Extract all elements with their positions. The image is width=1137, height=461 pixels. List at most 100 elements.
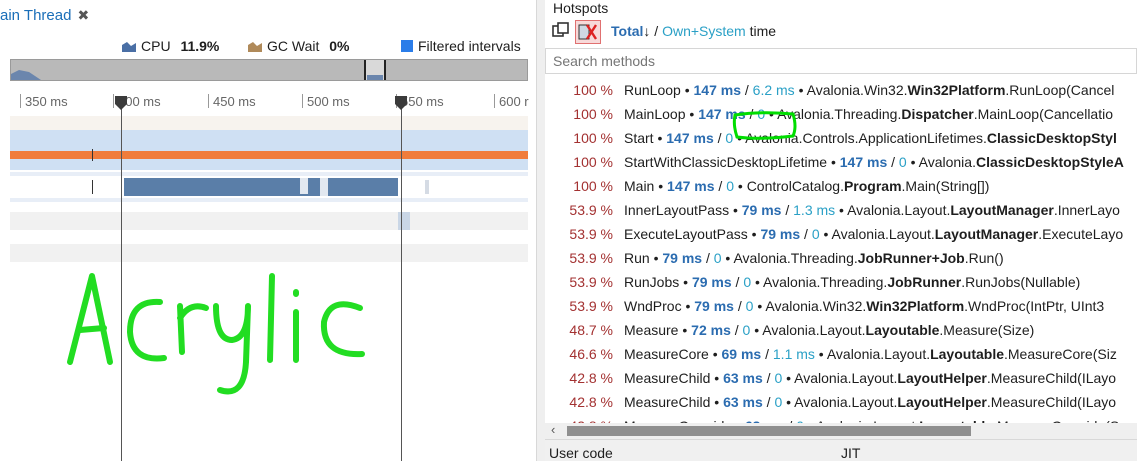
own-time: 1.3 ms (793, 202, 836, 218)
namespace: Avalonia. (918, 154, 976, 170)
class-name: JobRunner+Job (857, 250, 965, 266)
method-name: Run (624, 250, 650, 266)
row-text: Measure • 72 ms / 0 • Avalonia.Layout.La… (624, 318, 1034, 342)
bullet-separator: • (814, 346, 827, 362)
overview-strip[interactable] (10, 59, 528, 81)
namespace: Avalonia.Layout. (794, 370, 898, 386)
class-name: Win32Platform (866, 298, 965, 314)
namespace: Avalonia.Layout. (847, 202, 951, 218)
bullet-separator: • (678, 322, 692, 338)
bullet-separator: • (747, 226, 761, 242)
slash-separator: / (762, 394, 775, 410)
tick-label: 600 r (494, 94, 529, 109)
row-text: WndProc • 79 ms / 0 • Avalonia.Win32.Win… (624, 294, 1104, 318)
slash-separator: / (762, 370, 775, 386)
cpu-gap (320, 178, 328, 196)
close-icon[interactable]: ✖ (77, 7, 89, 23)
slash-separator: / (733, 298, 746, 314)
total-time: 147 ms (839, 154, 888, 170)
namespace: Avalonia.Win32. (806, 82, 908, 98)
sort-time-label: time (745, 23, 777, 39)
total-time: 147 ms (666, 130, 714, 146)
row-percent: 53.9 % (569, 226, 613, 242)
status-bar: User code JIT (545, 439, 1137, 461)
copy-icon[interactable] (549, 20, 573, 42)
time-ruler: 350 ms 400 ms 450 ms 500 ms 550 ms 600 r (10, 92, 529, 114)
bullet-separator: • (654, 178, 668, 194)
class-name: JobRunner (887, 274, 962, 290)
timeline-panel: ain Thread ✖ CPU 11.9% GC Wait 0% Filtere… (0, 0, 536, 461)
total-time: 63 ms (723, 394, 763, 410)
method-signature: .Main(String[]) (901, 178, 990, 194)
row-text: Start • 147 ms / 0 • Avalonia.Controls.A… (624, 126, 1117, 150)
row-percent: 53.9 % (569, 274, 613, 290)
hotspots-toolbar: Total↓ / Own+System time (545, 18, 1137, 46)
row-percent: 53.9 % (569, 250, 613, 266)
own-time: 0 (811, 226, 820, 242)
lane-gc (10, 212, 528, 230)
gc-legend-icon (248, 42, 262, 52)
sort-selector: Total↓ / Own+System time (611, 23, 776, 39)
row-text: MeasureChild • 63 ms / 0 • Avalonia.Layo… (624, 366, 1116, 390)
selection-end-handle-icon[interactable] (395, 96, 407, 110)
row-percent: 100 % (573, 106, 613, 122)
bullet-separator: • (750, 322, 763, 338)
scrollbar-thumb[interactable] (567, 426, 971, 436)
cpu-usage-block (124, 178, 398, 196)
search-methods-input[interactable] (545, 48, 1137, 74)
sort-separator: / (650, 23, 663, 39)
cpu-value: 11.9% (180, 38, 220, 54)
hotspots-title: Hotspots (553, 0, 609, 16)
class-name: Dispatcher (901, 106, 974, 122)
bullet-separator: • (721, 250, 734, 266)
class-name: Program (843, 178, 902, 194)
hotspots-list: 100 % RunLoop • 147 ms / 6.2 ms • Avaloni… (545, 78, 1137, 423)
sort-total-link[interactable]: Total (611, 23, 643, 39)
bullet-separator: • (708, 346, 722, 362)
hotspots-panel: Hotspots Total↓ / Own+System time 100 % R… (545, 0, 1137, 461)
bullet-separator: • (794, 82, 807, 98)
bullet-separator: • (685, 106, 699, 122)
method-name: MainLoop (624, 106, 686, 122)
filtered-legend-icon (401, 40, 413, 52)
row-text: MeasureOverride • 63 ms / 0 • Avalonia.L… (624, 414, 1119, 423)
slash-separator: / (731, 274, 744, 290)
selection-start-handle-icon[interactable] (115, 96, 127, 110)
method-signature: .MeasureChild(ILayo (986, 370, 1117, 386)
selection-end-line[interactable] (401, 97, 402, 461)
method-name: Measure (624, 322, 679, 338)
lane-header (10, 116, 528, 130)
class-name: Layoutable (930, 346, 1004, 362)
scroll-left-icon[interactable]: ‹ (551, 422, 555, 437)
slash-separator: / (713, 130, 726, 146)
method-signature: .RunJobs(Nullable) (961, 274, 1081, 290)
row-percent: 42.8 % (569, 370, 613, 386)
row-percent: 100 % (573, 130, 613, 146)
bullet-separator: • (753, 298, 766, 314)
cpu-gap (300, 178, 308, 194)
overview-graph (11, 60, 386, 80)
acrylic-handwriting (67, 273, 365, 395)
own-time: 0 (898, 154, 907, 170)
panel-splitter[interactable] (536, 0, 545, 461)
row-percent: 42.8 % (569, 394, 613, 410)
row-text: StartWithClassicDesktopLifetime • 147 ms… (624, 150, 1124, 174)
row-text: MainLoop • 147 ms / 0 • Avalonia.Threadi… (624, 102, 1113, 126)
row-text: RunLoop • 147 ms / 6.2 ms • Avalonia.Win… (624, 78, 1114, 102)
filtered-label: Filtered intervals (418, 38, 521, 54)
lane-activity-bar (10, 151, 528, 159)
lane-thread-state[interactable] (10, 130, 528, 170)
row-percent: 48.7 % (569, 322, 613, 338)
total-time: 72 ms (691, 322, 731, 338)
sort-own-system-link[interactable]: Own+System (662, 23, 746, 39)
method-signature: .ExecuteLayo (1038, 226, 1124, 242)
activity-mark (92, 149, 93, 161)
method-name: MeasureCore (624, 346, 709, 362)
filter-system-toggle-icon[interactable] (575, 20, 601, 44)
lane-extra (10, 244, 528, 262)
class-name: LayoutHelper (897, 394, 987, 410)
method-name: MeasureChild (624, 370, 711, 386)
tick-label: 450 ms (208, 94, 256, 109)
main-thread-tab[interactable]: ain Thread ✖ (0, 0, 89, 30)
class-name: Win32Platform (907, 82, 1006, 98)
